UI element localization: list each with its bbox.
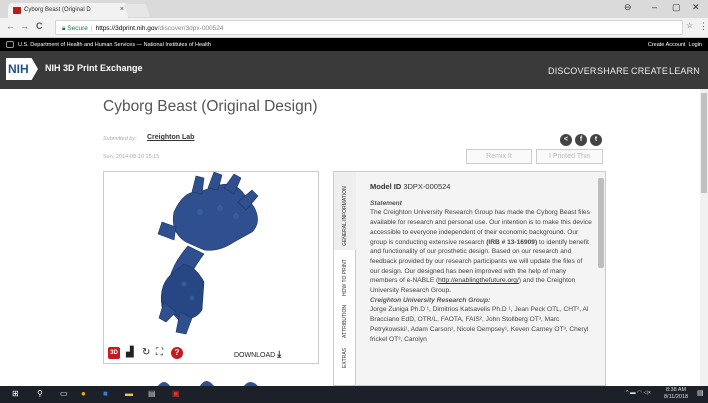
tab-extras[interactable]: EXTRAS [334, 340, 356, 370]
secure-label: Secure [67, 25, 88, 32]
model-id-label: Model ID [370, 182, 402, 191]
tab-general-information[interactable]: GENERAL INFORMATION [334, 172, 356, 250]
url-input[interactable]: 🔒︎ Secure | https://3dprint.nih.gov/discov… [55, 20, 683, 35]
clock-date: 8/11/2018 [664, 394, 689, 400]
printed-this-button[interactable]: I Printed This [536, 149, 603, 164]
search-icon[interactable]: ⚲ [37, 389, 43, 398]
tab-title: Cyborg Beast (Original D [24, 7, 91, 13]
taskbar: ⊞ ⚲ ▭ ● ■ ▬ ▤ ▣ ^ ▬ ◠ ◁× 8:38 AM 8/11/20… [0, 386, 708, 403]
page-title: Cyborg Beast (Original Design) [103, 98, 318, 115]
irb-number: (IRB # 13-16909) [486, 238, 538, 246]
remix-button[interactable]: Remix It [466, 149, 532, 164]
reload-button[interactable]: C [36, 21, 43, 31]
address-toolbar: ← → C 🔒︎ Secure | https://3dprint.nih.gov/… [0, 18, 708, 38]
viewer-toolbar: 3D ▟ ↻ ⛶ ? DOWNLOAD ⤓ [104, 342, 318, 364]
hhs-bar: U.S. Department of Health and Human Serv… [0, 38, 708, 51]
statement-text: The Creighton University Research Group … [370, 209, 592, 295]
nih-logo[interactable]: NIH [6, 58, 38, 80]
url-path: /discover/3dpx-000524 [157, 25, 224, 32]
research-group-heading: Creighton University Research Group: [370, 296, 491, 304]
statement-heading: Statement [370, 199, 402, 207]
login-link[interactable]: Login [689, 42, 702, 48]
lock-icon: 🔒︎ [62, 25, 66, 32]
general-info-content: Model ID 3DPX-000524 Statement The Creig… [370, 182, 592, 344]
info-scrollbar[interactable] [598, 178, 604, 268]
browser-tab[interactable]: Cyborg Beast (Original D × [8, 3, 128, 18]
windows-start-icon[interactable]: ⊞ [12, 389, 19, 398]
chrome-icon[interactable]: ● [81, 389, 86, 398]
browser-menu-icon[interactable]: ⋮ [699, 21, 708, 32]
tab-close-icon[interactable]: × [120, 6, 124, 13]
notifications-icon[interactable]: ▤ [697, 389, 704, 397]
share-icon[interactable]: < [560, 134, 572, 146]
nav-discover[interactable]: DISCOVER [548, 66, 597, 76]
download-label: DOWNLOAD [234, 352, 276, 359]
maximize-button[interactable]: ▢ [672, 2, 681, 13]
tab-how-to-print[interactable]: HOW TO PRINT [334, 250, 356, 300]
system-tray-icons[interactable]: ^ ▬ ◠ ◁× [626, 390, 651, 396]
hhs-text[interactable]: U.S. Department of Health and Human Serv… [18, 42, 211, 48]
rotate-icon[interactable]: ↻ [142, 347, 150, 358]
info-panel: GENERAL INFORMATION HOW TO PRINT ATTRIBU… [333, 171, 606, 386]
url-host: https://3dprint.nih.gov [95, 25, 158, 32]
model-viewer[interactable]: 3D ▟ ↻ ⛶ ? DOWNLOAD ⤓ [103, 171, 319, 364]
facebook-icon[interactable]: f [575, 134, 587, 146]
profile-icon[interactable]: ⊖ [624, 2, 632, 13]
hhs-logo-icon [6, 41, 14, 48]
model-id-value: 3DPX-000524 [403, 182, 451, 191]
app-icon[interactable]: ▤ [148, 389, 156, 398]
task-view-icon[interactable]: ▭ [60, 389, 68, 398]
clock-time: 8:38 AM [665, 387, 687, 393]
submitter-link[interactable]: Creighton Lab [147, 134, 194, 141]
nav-share[interactable]: SHARE [597, 66, 629, 76]
word-icon[interactable]: ■ [103, 389, 108, 398]
clock[interactable]: 8:38 AM 8/11/2018 [664, 387, 688, 401]
vertical-tabs: GENERAL INFORMATION HOW TO PRINT ATTRIBU… [334, 172, 356, 385]
close-window-button[interactable]: ✕ [692, 2, 700, 13]
back-button[interactable]: ← [6, 21, 15, 31]
submission-date: Sun, 2014-08-10 15:15 [103, 154, 160, 160]
submitted-by-label: Submitted by: [103, 136, 137, 142]
site-title[interactable]: NIH 3D Print Exchange [45, 63, 143, 73]
tab-attribution[interactable]: ATTRIBUTION [334, 300, 356, 340]
enable-link[interactable]: http://enablingthefuture.org/ [438, 277, 519, 284]
thumbnail-strip[interactable] [150, 376, 270, 386]
nav-learn[interactable]: LEARN [669, 66, 700, 76]
chart-icon[interactable]: ▟ [126, 347, 134, 358]
browser-tab-bar: Cyborg Beast (Original D × ⊖ – ▢ ✕ [0, 0, 708, 18]
file-explorer-icon[interactable]: ▬ [125, 389, 133, 398]
hand-model-render[interactable] [104, 171, 318, 342]
authors-list: Jorge Zuniga Ph.D ¹, Dimitrios Katsaveli… [370, 306, 589, 343]
acrobat-icon[interactable]: ▣ [172, 389, 180, 398]
bookmark-star-icon[interactable]: ☆ [686, 21, 693, 30]
forward-button[interactable]: → [20, 21, 29, 31]
minimize-button[interactable]: – [652, 2, 657, 12]
site-favicon-icon [13, 7, 21, 14]
3d-view-icon[interactable]: 3D [108, 347, 120, 359]
site-header: NIH NIH 3D Print Exchange DISCOVER SHARE… [0, 51, 708, 89]
create-account-link[interactable]: Create Account [648, 42, 686, 48]
nav-create[interactable]: CREATE [631, 66, 668, 76]
download-icon: ⤓ [277, 349, 282, 359]
twitter-icon[interactable]: t [590, 134, 602, 146]
new-tab-button[interactable] [123, 4, 151, 17]
download-button[interactable]: DOWNLOAD ⤓ [234, 349, 281, 360]
page-scrollbar[interactable] [700, 89, 708, 386]
fullscreen-icon[interactable]: ⛶ [156, 347, 163, 358]
page-content: Cyborg Beast (Original Design) Submitted… [0, 89, 708, 386]
model-id: Model ID 3DPX-000524 [370, 182, 592, 192]
help-icon[interactable]: ? [171, 347, 183, 359]
